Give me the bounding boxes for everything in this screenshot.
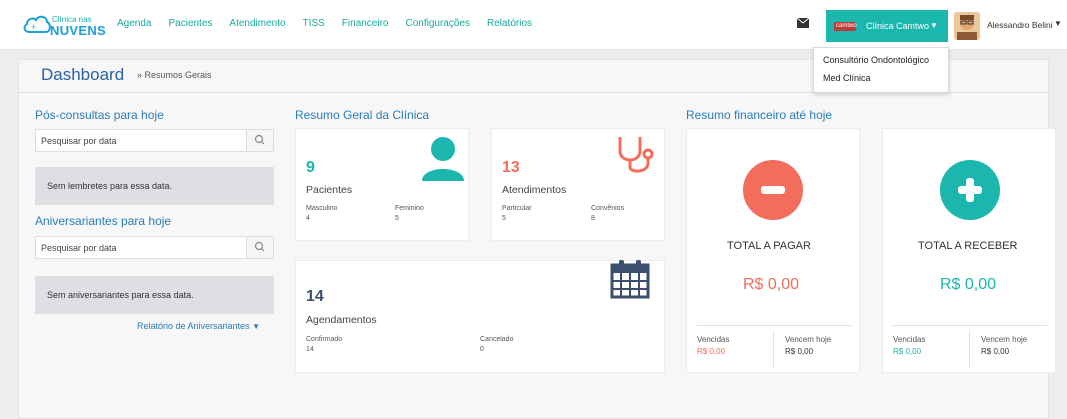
appointments-confirmed-label: Confirmado <box>306 336 343 343</box>
chevron-down-icon: ▼ <box>252 322 260 331</box>
appointments-confirmed-value: 14 <box>306 346 314 353</box>
pos-date-search-input[interactable] <box>36 130 245 151</box>
clinic-name: Clínica Camtwo <box>866 21 930 31</box>
top-navbar: + Clínica nas NUVENS Agenda Pacientes At… <box>0 0 1067 50</box>
dropdown-item-consultorio[interactable]: Consultório Ondontológico <box>823 55 929 65</box>
main-nav: Agenda Pacientes Atendimento TISS Financ… <box>117 18 549 29</box>
appointments-label: Agendamentos <box>306 314 377 326</box>
nav-pacientes[interactable]: Pacientes <box>168 18 212 29</box>
nav-relatorios[interactable]: Relatórios <box>487 18 532 29</box>
brand-logo[interactable]: + Clínica nas NUVENS <box>22 11 106 39</box>
receive-overdue-label: Vencidas <box>893 335 926 344</box>
pay-due-today-label: Vencem hoje <box>785 335 832 344</box>
receive-due-today-value: R$ 0,00 <box>981 347 1010 356</box>
divider <box>697 325 851 326</box>
user-name[interactable]: Alessandro Belini <box>987 20 1053 30</box>
patients-male-value: 4 <box>306 215 310 222</box>
stethoscope-icon <box>618 137 654 173</box>
visits-count: 13 <box>502 159 520 176</box>
nav-configuracoes[interactable]: Configurações <box>406 18 470 29</box>
receive-overdue-value: R$ 0,00 <box>893 347 922 356</box>
pay-due-today-value: R$ 0,00 <box>785 347 814 356</box>
brand-bottom: NUVENS <box>50 23 106 38</box>
calendar-icon <box>610 260 650 299</box>
pos-consultas-title: Pós-consultas para hoje <box>35 108 164 122</box>
divider <box>893 325 1047 326</box>
summary-title: Resumo Geral da Clínica <box>295 108 430 122</box>
breadcrumb: » Resumos Gerais <box>137 70 212 80</box>
pay-overdue-label: Vencidas <box>697 335 730 344</box>
pos-consultas-empty: Sem lembretes para essa data. <box>35 167 274 205</box>
visits-private-label: Particular <box>502 205 532 212</box>
clinic-dropdown-menu: Consultório Ondontológico Med Clínica <box>813 47 949 93</box>
visits-label: Atendimentos <box>502 184 567 196</box>
pos-consultas-search <box>35 129 274 152</box>
total-pay-card[interactable]: TOTAL A PAGAR R$ 0,00 Vencidas R$ 0,00 V… <box>686 128 860 373</box>
search-icon <box>254 241 265 252</box>
chevron-down-icon[interactable]: ▼ <box>1054 19 1062 28</box>
aniversariantes-title: Aniversariantes para hoje <box>35 214 172 228</box>
finance-title: Resumo financeiro até hoje <box>686 108 833 122</box>
visits-private-value: 5 <box>502 215 506 222</box>
nav-agenda[interactable]: Agenda <box>117 18 151 29</box>
aniv-date-search-input[interactable] <box>36 237 245 258</box>
patients-card[interactable]: 9 Pacientes Masculino 4 Feminino 5 <box>295 128 469 241</box>
search-button[interactable] <box>246 237 273 258</box>
total-receive-card[interactable]: TOTAL A RECEBER R$ 0,00 Vencidas R$ 0,00… <box>882 128 1056 373</box>
user-icon <box>422 137 464 181</box>
visits-insurance-label: Convênios <box>591 205 625 212</box>
patients-female-value: 5 <box>395 215 399 222</box>
svg-text:+: + <box>31 22 36 32</box>
nav-financeiro[interactable]: Financeiro <box>342 18 389 29</box>
visits-card[interactable]: 13 Atendimentos Particular 5 Convênios 8 <box>491 128 665 241</box>
minus-circle-icon <box>743 160 803 220</box>
appointments-count: 14 <box>306 288 324 305</box>
visits-insurance-value: 8 <box>591 215 595 222</box>
page-title: Dashboard <box>41 65 125 84</box>
clinic-selector-button[interactable]: camtwo Clínica Camtwo ▼ <box>826 10 948 42</box>
divider <box>773 331 774 367</box>
mail-icon[interactable] <box>797 18 809 28</box>
patients-male-label: Masculino <box>306 205 338 212</box>
aniversariantes-empty: Sem aniversariantes para essa data. <box>35 276 274 314</box>
nav-tiss[interactable]: TISS <box>303 18 325 29</box>
divider <box>969 331 970 367</box>
dropdown-item-med-clinica[interactable]: Med Clínica <box>823 73 871 83</box>
aniversariantes-search <box>35 236 274 259</box>
plus-circle-icon <box>940 160 1000 220</box>
appointments-cancelled-label: Cancelado <box>480 336 514 343</box>
patients-female-label: Feminino <box>395 205 424 212</box>
appointments-card[interactable]: 14 Agendamentos Confirmado 14 Cancelado … <box>295 260 665 373</box>
aniversariantes-report-link[interactable]: Relatório de Aniversariantes ▼ <box>137 321 260 331</box>
dashboard-panel: Dashboard » Resumos Gerais Pós-consultas… <box>18 59 1056 419</box>
chevron-down-icon: ▼ <box>930 21 938 30</box>
cloud-icon: + <box>23 15 51 33</box>
total-pay-value: R$ 0,00 <box>743 276 800 293</box>
total-receive-title: TOTAL A RECEBER <box>918 240 1018 252</box>
total-pay-title: TOTAL A PAGAR <box>727 240 811 252</box>
patients-label: Pacientes <box>306 184 353 196</box>
pay-overdue-value: R$ 0,00 <box>697 347 726 356</box>
search-icon <box>254 134 265 145</box>
receive-due-today-label: Vencem hoje <box>981 335 1028 344</box>
appointments-cancelled-value: 0 <box>480 346 484 353</box>
avatar[interactable] <box>954 12 980 40</box>
total-receive-value: R$ 0,00 <box>940 276 997 293</box>
nav-atendimento[interactable]: Atendimento <box>229 18 285 29</box>
clinic-logo: camtwo <box>834 22 857 31</box>
search-button[interactable] <box>246 130 273 151</box>
patients-count: 9 <box>306 159 315 176</box>
